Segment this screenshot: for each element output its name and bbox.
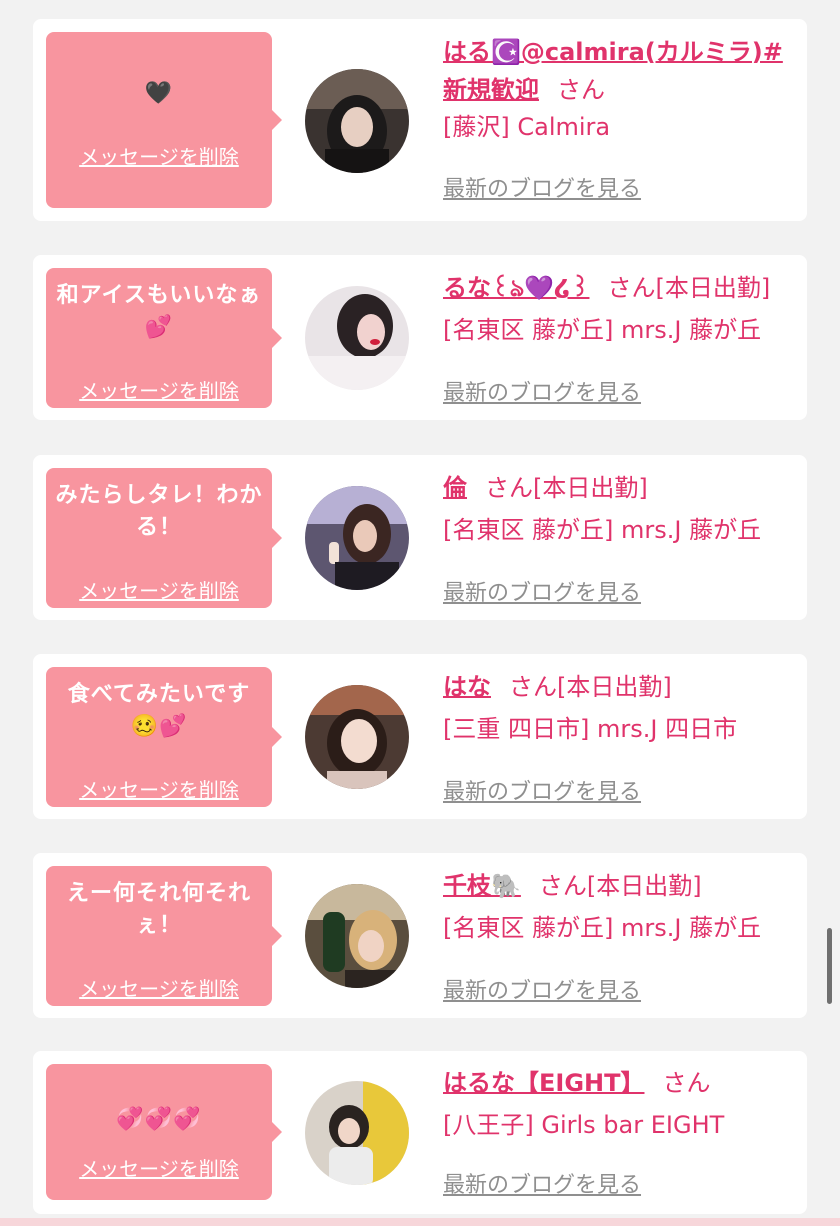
- blog-link[interactable]: 最新のブログを見る: [443, 1167, 641, 1199]
- message-text: えー何それ何それぇ！: [66, 881, 251, 938]
- message-card: 💞💞💞 メッセージを削除 はるな【EIGHT】 さん [八王子] Girls ba…: [33, 1051, 807, 1214]
- shop-name: [三重 四日市] mrs.J 四日市: [443, 715, 738, 743]
- delete-message-button[interactable]: メッセージを削除: [46, 578, 272, 604]
- message-card: 食べてみたいです🥴💕 メッセージを削除 はな さん[本日出勤] [三重 四日市] …: [33, 654, 807, 819]
- status-tag: [本日出勤]: [586, 872, 702, 900]
- delete-message-button[interactable]: メッセージを削除: [46, 378, 272, 404]
- delete-message-button[interactable]: メッセージを削除: [46, 777, 272, 803]
- name-line: はる☪️@calmira(カルミラ)#新規歓迎 さん: [443, 33, 797, 109]
- san-suffix: さん: [509, 673, 557, 701]
- name-line: るな꒰ঌ💜໒꒱ さん[本日出勤]: [443, 268, 797, 308]
- san-suffix: さん: [607, 274, 656, 302]
- san-suffix: さん: [662, 1069, 711, 1097]
- girl-info: はな さん[本日出勤] [三重 四日市] mrs.J 四日市: [443, 667, 797, 747]
- girl-info: はるな【EIGHT】 さん [八王子] Girls bar EIGHT: [443, 1063, 797, 1143]
- shop-name: [名東区 藤が丘] mrs.J 藤が丘: [443, 914, 762, 942]
- name-line: 倫さん[本日出勤]: [443, 468, 797, 508]
- status-tag: [本日出勤]: [533, 474, 648, 502]
- message-text: みたらしタレ！わかる！: [55, 483, 263, 540]
- message-bubble: 🖤 メッセージを削除: [46, 32, 282, 208]
- message-bubble: 食べてみたいです🥴💕 メッセージを削除: [46, 667, 282, 807]
- bottom-edge: [0, 1218, 840, 1226]
- message-text: 🖤: [144, 81, 174, 106]
- avatar[interactable]: [305, 486, 409, 590]
- girl-info: るな꒰ঌ💜໒꒱ さん[本日出勤] [名東区 藤が丘] mrs.J 藤が丘: [443, 268, 797, 348]
- girl-info: はる☪️@calmira(カルミラ)#新規歓迎 さん [藤沢] Calmira: [443, 33, 797, 145]
- scrollbar[interactable]: [827, 928, 832, 1004]
- avatar[interactable]: [305, 884, 409, 988]
- message-bubble: 💞💞💞 メッセージを削除: [46, 1064, 282, 1200]
- blog-link[interactable]: 最新のブログを見る: [443, 774, 641, 806]
- girl-name-link[interactable]: はる☪️@calmira(カルミラ)#新規歓迎: [443, 38, 783, 104]
- delete-message-button[interactable]: メッセージを削除: [46, 976, 272, 1002]
- message-text: 食べてみたいです🥴💕: [67, 682, 251, 739]
- message-card: 和アイスもいいなぁ💕 メッセージを削除 るな꒰ঌ💜໒꒱ さん[本日出勤] [名東区…: [33, 255, 807, 420]
- girl-name-link[interactable]: 倫: [443, 474, 467, 502]
- san-suffix: さん: [538, 872, 587, 900]
- message-text: 和アイスもいいなぁ💕: [56, 283, 262, 340]
- girl-name-link[interactable]: はるな【EIGHT】: [443, 1069, 644, 1097]
- message-card: えー何それ何それぇ！ メッセージを削除 千枝🐘 さん[本日出勤] [名東区 藤が丘…: [33, 853, 807, 1018]
- avatar[interactable]: [305, 286, 409, 390]
- message-bubble: みたらしタレ！わかる！ メッセージを削除: [46, 468, 282, 608]
- delete-message-button[interactable]: メッセージを削除: [46, 1156, 272, 1182]
- message-card: 🖤 メッセージを削除 はる☪️@calmira(カルミラ)#新規歓迎 さん [藤沢…: [33, 19, 807, 221]
- shop-name: [藤沢] Calmira: [443, 113, 611, 141]
- girl-info: 倫さん[本日出勤] [名東区 藤が丘] mrs.J 藤が丘: [443, 468, 797, 548]
- blog-link[interactable]: 最新のブログを見る: [443, 575, 641, 607]
- message-text: 💞💞💞: [116, 1107, 202, 1132]
- girl-info: 千枝🐘 さん[本日出勤] [名東区 藤が丘] mrs.J 藤が丘: [443, 866, 797, 946]
- avatar[interactable]: [305, 1081, 409, 1185]
- message-bubble: えー何それ何それぇ！ メッセージを削除: [46, 866, 282, 1006]
- name-line: はるな【EIGHT】 さん: [443, 1063, 797, 1103]
- san-suffix: さん: [485, 474, 533, 502]
- name-line: はな さん[本日出勤]: [443, 667, 797, 707]
- blog-link[interactable]: 最新のブログを見る: [443, 375, 641, 407]
- status-tag: [本日出勤]: [655, 274, 771, 302]
- girl-name-link[interactable]: るな꒰ঌ💜໒꒱: [443, 274, 589, 302]
- girl-name-link[interactable]: 千枝🐘: [443, 872, 521, 900]
- blog-link[interactable]: 最新のブログを見る: [443, 973, 641, 1005]
- shop-name: [八王子] Girls bar EIGHT: [443, 1111, 725, 1139]
- message-card: みたらしタレ！わかる！ メッセージを削除 倫さん[本日出勤] [名東区 藤が丘]…: [33, 455, 807, 620]
- girl-name-link[interactable]: はな: [443, 673, 491, 701]
- san-suffix: さん: [557, 76, 605, 104]
- shop-name: [名東区 藤が丘] mrs.J 藤が丘: [443, 316, 762, 344]
- shop-name: [名東区 藤が丘] mrs.J 藤が丘: [443, 516, 762, 544]
- avatar[interactable]: [305, 69, 409, 173]
- blog-link[interactable]: 最新のブログを見る: [443, 171, 641, 203]
- status-tag: [本日出勤]: [557, 673, 672, 701]
- avatar[interactable]: [305, 685, 409, 789]
- message-bubble: 和アイスもいいなぁ💕 メッセージを削除: [46, 268, 282, 408]
- name-line: 千枝🐘 さん[本日出勤]: [443, 866, 797, 906]
- delete-message-button[interactable]: メッセージを削除: [46, 144, 272, 170]
